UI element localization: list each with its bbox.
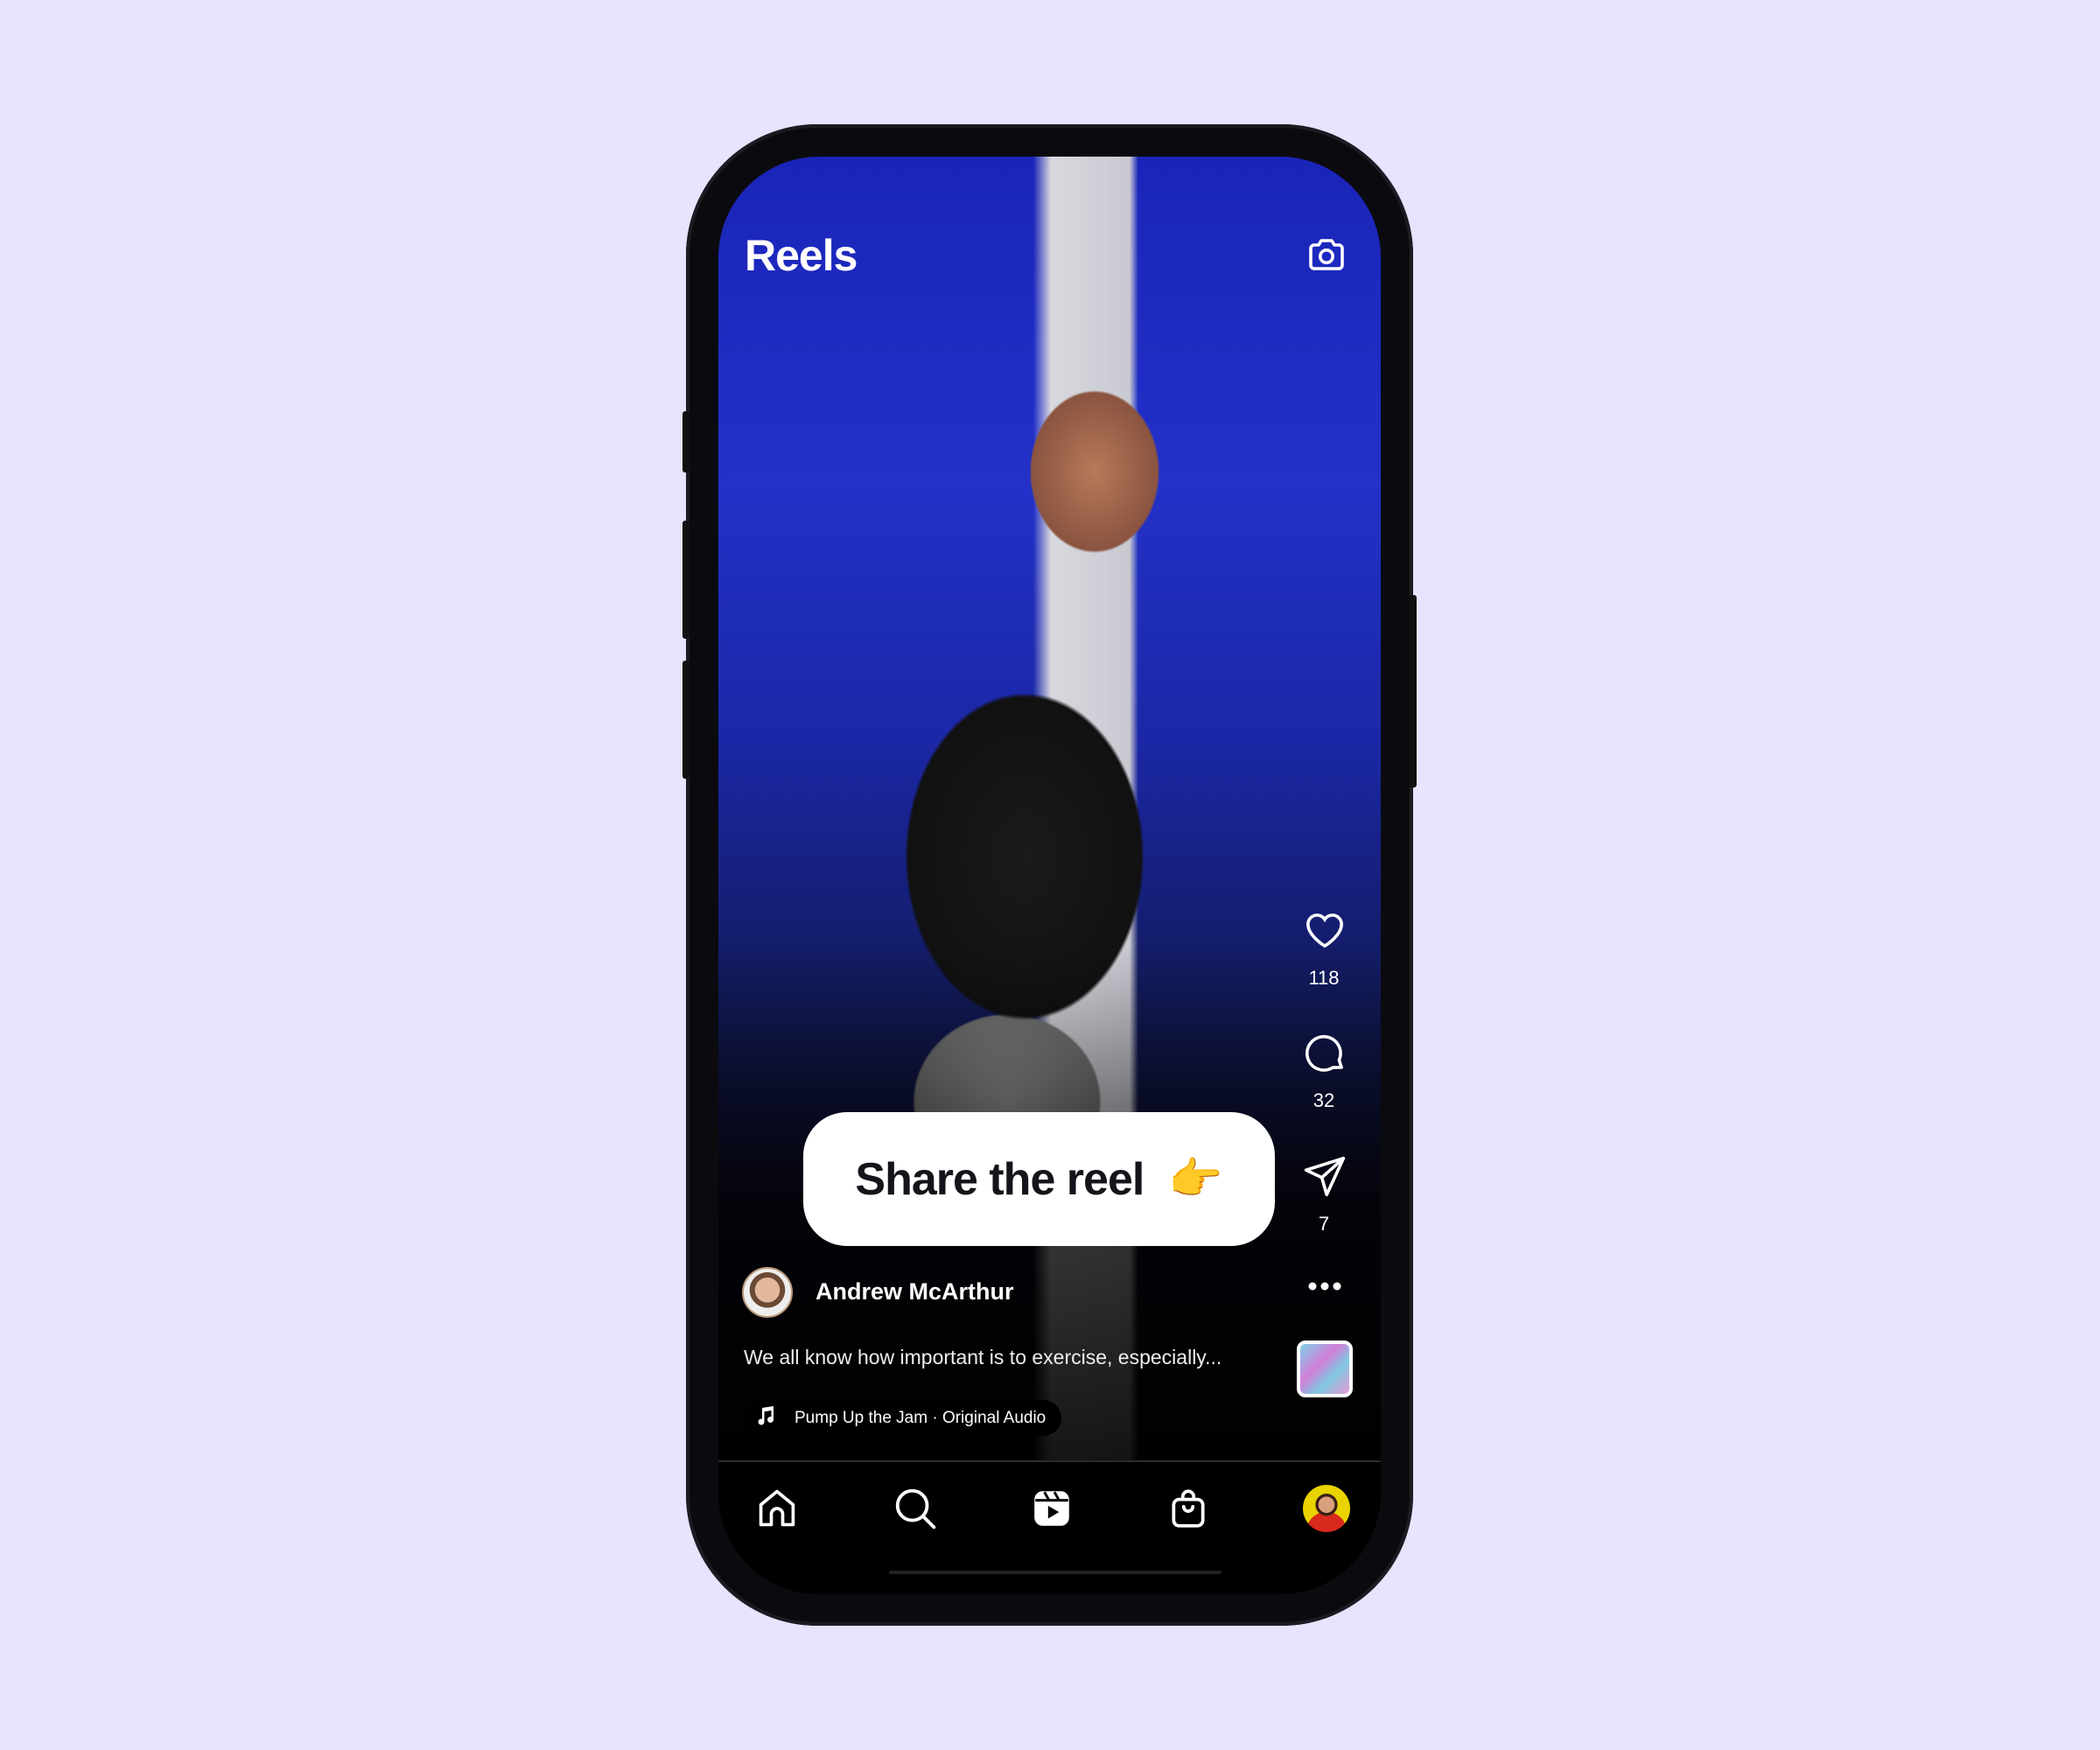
- share-button[interactable]: [1301, 1152, 1348, 1200]
- nav-profile[interactable]: [1300, 1482, 1353, 1535]
- nav-shop[interactable]: [1162, 1482, 1214, 1535]
- profile-avatar[interactable]: [1303, 1485, 1350, 1532]
- pointing-hand-icon: 👉: [1168, 1154, 1223, 1203]
- page-title: Reels: [745, 231, 858, 280]
- phone-volume-up: [682, 521, 690, 639]
- tooltip-text: Share the reel: [855, 1153, 1144, 1205]
- like-count: 118: [1308, 967, 1340, 989]
- search-icon: [895, 1488, 936, 1530]
- nav-search[interactable]: [889, 1482, 942, 1535]
- author-avatar[interactable]: [742, 1267, 793, 1318]
- nav-reels[interactable]: [1026, 1482, 1078, 1535]
- phone-power-button: [1410, 595, 1417, 788]
- phone-mute-button: [682, 411, 690, 472]
- comment-count: 32: [1312, 1089, 1335, 1111]
- shopping-bag-icon: [1172, 1489, 1205, 1528]
- more-options-icon[interactable]: [1301, 1273, 1348, 1299]
- share-count: 7: [1318, 1213, 1330, 1235]
- like-button[interactable]: [1301, 906, 1348, 953]
- phone-volume-down: [682, 661, 690, 779]
- camera-icon[interactable]: [1306, 234, 1348, 276]
- home-indicator: [889, 1571, 1222, 1574]
- audio-thumbnail[interactable]: [1297, 1340, 1353, 1397]
- share-reel-tooltip: Share the reel 👉: [803, 1112, 1275, 1246]
- reels-icon: [1034, 1491, 1069, 1526]
- audio-pill[interactable]: Pump Up the Jam · Original Audio: [744, 1400, 1062, 1436]
- home-icon: [759, 1489, 795, 1527]
- music-note-icon: [756, 1405, 775, 1432]
- author-name[interactable]: Andrew McArthur: [816, 1278, 1014, 1306]
- post-caption[interactable]: We all know how important is to exercise…: [744, 1346, 1222, 1369]
- reels-screen: Reels 118 32 7 Share the reel 👉 Andrew M…: [718, 157, 1381, 1594]
- comment-button[interactable]: [1301, 1029, 1348, 1076]
- audio-title: Pump Up the Jam · Original Audio: [794, 1408, 1046, 1427]
- nav-divider: [718, 1460, 1381, 1462]
- nav-home[interactable]: [751, 1482, 803, 1535]
